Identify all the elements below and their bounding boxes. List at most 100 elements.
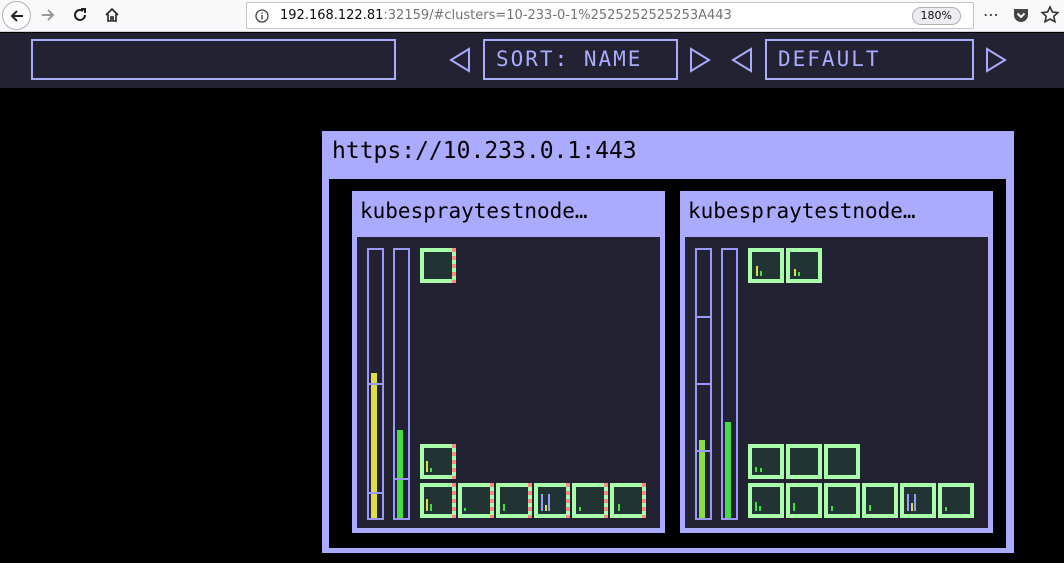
pod[interactable] [748, 444, 784, 479]
pod[interactable] [862, 483, 898, 518]
url-bar[interactable]: 192.168.122.81:32159/#clusters=10-233-0-… [246, 2, 974, 29]
pod-usage-bar [755, 467, 757, 472]
node-card[interactable]: kubespraytestnode… [680, 191, 993, 533]
pod-usage-bar [426, 499, 428, 511]
browser-toolbar: 192.168.122.81:32159/#clusters=10-233-0-… [0, 0, 1064, 32]
pod-usage-bar [760, 271, 762, 276]
reload-icon [74, 8, 86, 21]
sort-selector[interactable]: SORT: NAME [483, 39, 678, 80]
pod[interactable] [748, 248, 784, 283]
reload-button[interactable] [68, 1, 92, 29]
pod-usage-bar [503, 504, 505, 511]
node-card[interactable]: kubespraytestnode… [352, 191, 665, 533]
pod[interactable] [786, 483, 822, 518]
pod[interactable] [496, 483, 532, 518]
pod-usage-bar [794, 269, 796, 276]
pocket-icon[interactable] [1012, 6, 1030, 24]
pod-usage-bar [541, 494, 543, 511]
pod-usage-bar [618, 504, 620, 511]
gauge-tick [395, 478, 408, 480]
pod-usage-bar [464, 508, 466, 511]
pod-usage-bar [426, 461, 428, 472]
pod[interactable] [420, 483, 456, 518]
arrow-left-icon [10, 9, 23, 22]
cluster-title: https://10.233.0.1:443 [332, 138, 637, 164]
filter-input[interactable] [31, 39, 396, 80]
bookmark-star-icon[interactable] [1040, 5, 1060, 25]
pod[interactable] [610, 483, 646, 518]
gauge-tick [697, 383, 710, 385]
pod[interactable] [420, 444, 456, 479]
url-text: 192.168.122.81:32159/#clusters=10-233-0-… [280, 3, 732, 28]
pod-usage-bar [907, 494, 909, 511]
pod-status-stripe [452, 248, 456, 283]
gauge-tick [369, 383, 382, 385]
pod-usage-bar [759, 506, 761, 511]
pod-usage-bar [756, 266, 758, 276]
pod-usage-bar [548, 494, 550, 511]
url-host: 192.168.122.81 [280, 8, 384, 23]
pod[interactable] [900, 483, 936, 518]
pod[interactable] [786, 444, 822, 479]
node-body [685, 237, 988, 528]
memory-gauge-fill [725, 421, 731, 518]
theme-prev-icon[interactable] [730, 47, 754, 73]
cpu-gauge-fill [371, 373, 377, 518]
gauge-tick [369, 492, 382, 494]
pod-usage-bar [430, 504, 432, 511]
back-button[interactable] [2, 1, 31, 30]
zoom-badge[interactable]: 180% [911, 7, 961, 25]
theme-selector[interactable]: DEFAULT [765, 39, 974, 80]
arrow-right-icon [42, 9, 55, 21]
sort-prev-icon[interactable] [448, 47, 472, 73]
pod-usage-bar [760, 468, 762, 472]
home-icon [105, 7, 119, 22]
node-title: kubespraytestnode… [688, 199, 916, 223]
memory-gauge [721, 248, 738, 520]
sort-next-icon[interactable] [688, 47, 712, 73]
pod-status-stripe [566, 483, 570, 518]
cpu-gauge [695, 248, 712, 520]
cluster-body: kubespraytestnode… kubespraytestnode… [329, 179, 1006, 548]
gauge-tick [697, 450, 710, 452]
pod-status-stripe [490, 483, 494, 518]
app-top-bar: SORT: NAME DEFAULT [0, 33, 1064, 88]
pod-usage-bar [793, 503, 795, 511]
pod-usage-bar [430, 468, 432, 472]
theme-next-icon[interactable] [984, 47, 1008, 73]
pod-status-stripe [642, 483, 646, 518]
pod[interactable] [572, 483, 608, 518]
cluster-panel: https://10.233.0.1:443 kubespraytestnode… [322, 131, 1014, 553]
pod-status-stripe [452, 483, 456, 518]
pod-usage-bar [798, 272, 800, 276]
pod[interactable] [938, 483, 974, 518]
memory-gauge-fill [397, 429, 403, 518]
pod[interactable] [458, 483, 494, 518]
pod[interactable] [748, 483, 784, 518]
pod[interactable] [786, 248, 822, 283]
pod-status-stripe [528, 483, 532, 518]
pod-status-stripe [452, 444, 456, 479]
pod-usage-bar [869, 505, 871, 511]
page-actions-icon[interactable]: ⋯ [983, 6, 1000, 24]
pod-status-stripe [604, 483, 608, 518]
pod-usage-bar [914, 494, 916, 511]
pod[interactable] [420, 248, 456, 283]
pod-usage-bar [831, 506, 833, 511]
pod-usage-bar [945, 507, 947, 511]
url-path: :32159/#clusters=10-233-0-1%252525252525… [383, 8, 732, 23]
pod[interactable] [824, 483, 860, 518]
pod-usage-bar [755, 502, 757, 511]
cpu-gauge [367, 248, 384, 520]
pod-usage-bar [579, 507, 581, 511]
node-title: kubespraytestnode… [360, 199, 588, 223]
forward-button[interactable] [36, 1, 60, 29]
pod[interactable] [824, 444, 860, 479]
info-icon[interactable] [255, 9, 269, 23]
pod[interactable] [534, 483, 570, 518]
node-body [357, 237, 660, 528]
pod-usage-bar [545, 505, 547, 511]
gauge-tick [697, 316, 710, 318]
home-button[interactable] [100, 1, 124, 29]
pod-usage-bar [911, 503, 913, 511]
